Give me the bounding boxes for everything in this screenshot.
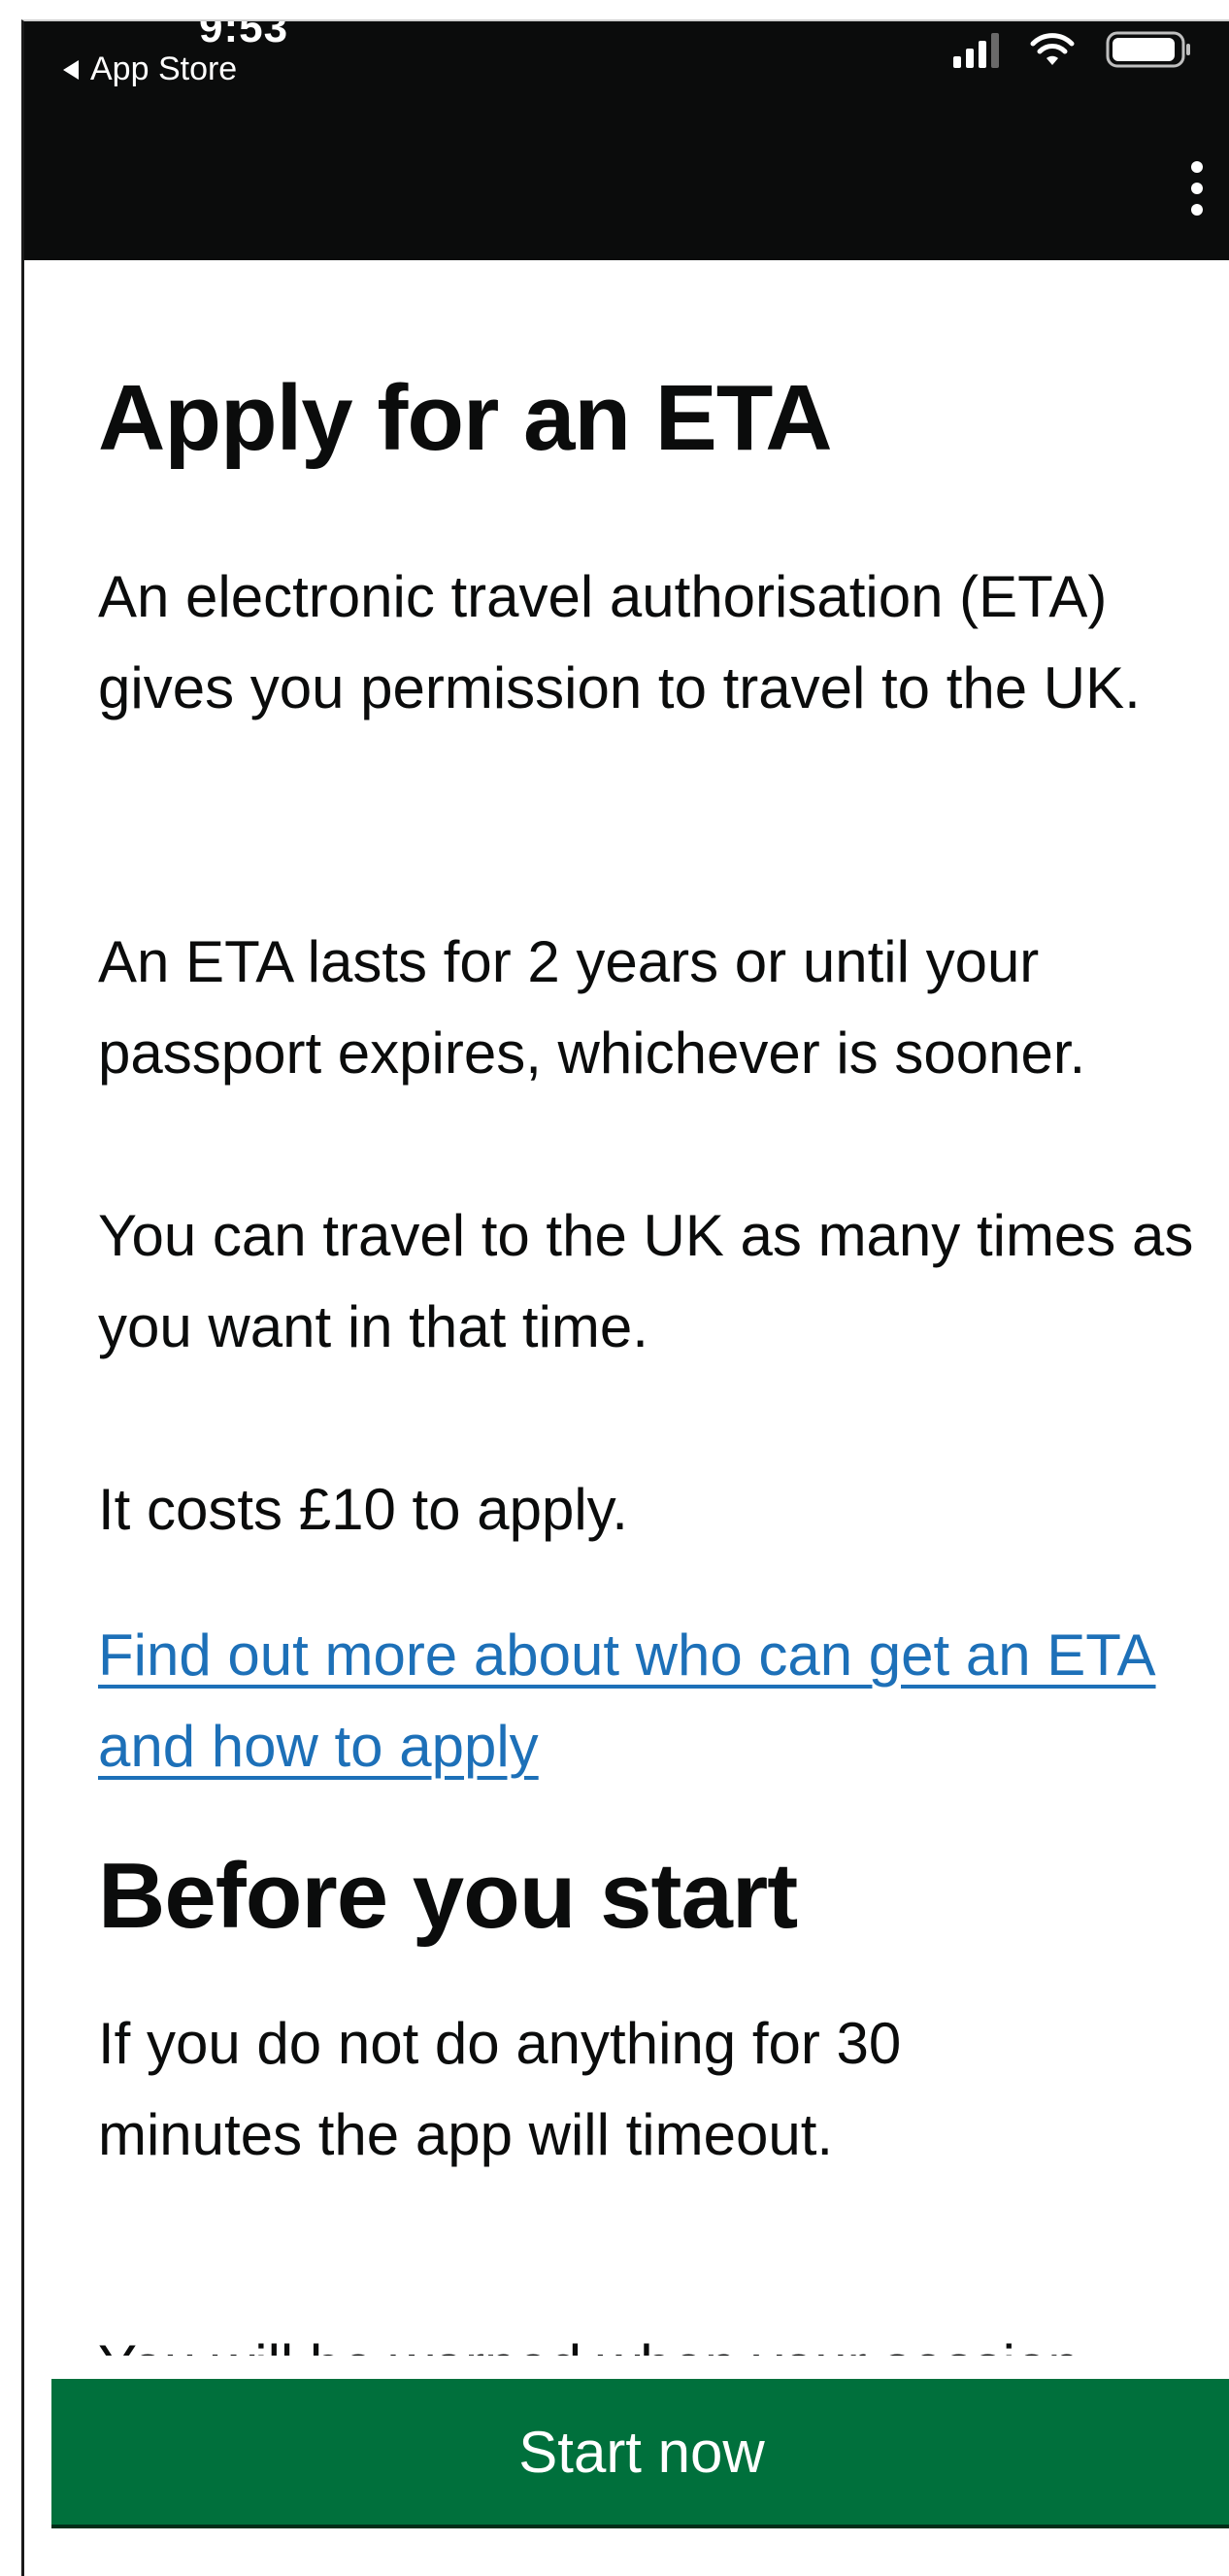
status-time: 9:53 — [199, 19, 289, 51]
cellular-signal-icon — [953, 31, 999, 68]
start-now-button[interactable]: Start now — [51, 2379, 1229, 2525]
wifi-icon — [1030, 33, 1075, 65]
app-screen: 9:53 App Store Apply for an ETA An elect… — [21, 19, 1229, 2576]
find-out-more-link[interactable]: Find out more about who can get an ETA a… — [98, 1610, 1185, 1792]
status-icons — [953, 29, 1193, 70]
back-triangle-icon — [63, 59, 79, 80]
back-app-label: App Store — [90, 50, 238, 87]
app-header: 9:53 App Store — [24, 21, 1229, 260]
battery-icon — [1106, 31, 1190, 68]
intro-paragraph: An electronic travel authorisation (ETA)… — [98, 564, 1141, 720]
duration-paragraph: An ETA lasts for 2 years or until your p… — [98, 929, 1086, 1086]
cost-paragraph: It costs £10 to apply. — [98, 1477, 628, 1542]
timeout-paragraph: If you do not do anything for 30 minutes… — [98, 2011, 902, 2167]
session-warning-paragraph: You will be warned when your session — [98, 2299, 1080, 2356]
more-options-icon[interactable] — [1191, 161, 1205, 216]
travel-paragraph: You can travel to the UK as many times a… — [98, 1203, 1194, 1359]
back-to-app-store-link[interactable]: App Store — [63, 50, 237, 88]
page-title: Apply for an ETA — [98, 366, 833, 470]
section-title: Before you start — [98, 1844, 798, 1948]
